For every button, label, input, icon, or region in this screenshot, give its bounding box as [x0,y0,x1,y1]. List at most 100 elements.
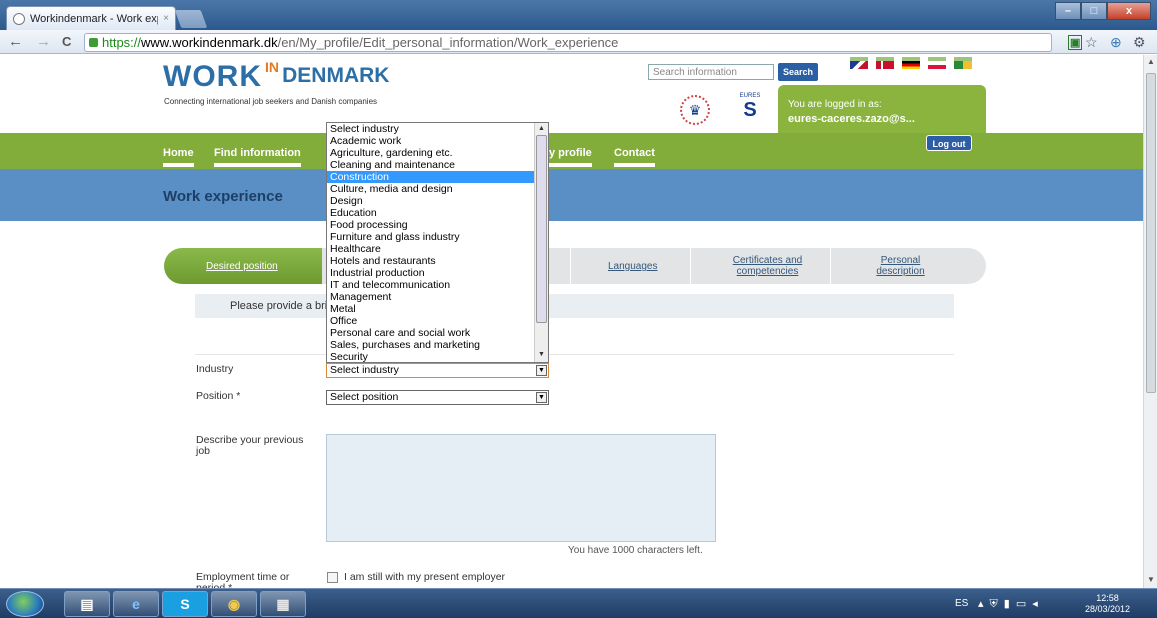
skype-taskbar-icon[interactable]: S [162,591,208,617]
system-tray-icons[interactable]: ▴⛨▮▭◂ [978,597,1044,611]
dropdown-scrollbar[interactable]: ▲ ▼ [534,123,548,362]
url-scheme: https:// [102,35,142,50]
ie-taskbar-icon[interactable]: e [113,591,159,617]
lock-icon [89,38,98,47]
login-status-box: You are logged in as: eures-caceres.zazo… [778,85,986,133]
page-scroll-thumb[interactable] [1146,73,1156,393]
eures-text: EURES [739,93,761,99]
flag-other-icon[interactable] [954,57,972,69]
position-select[interactable]: Select position ▼ [326,390,549,405]
new-tab-button[interactable] [174,10,208,28]
back-icon[interactable]: ← [8,33,23,50]
industry-option[interactable]: Sales, purchases and marketing [327,339,548,351]
document-taskbar-icon[interactable]: ▦ [260,591,306,617]
language-flags [850,57,972,73]
browser-tab[interactable]: Workindenmark - Work exp × [6,6,176,30]
describe-job-textarea[interactable] [326,434,716,542]
industry-select[interactable]: Select industry ▼ [326,363,549,378]
flag-dk-icon[interactable] [876,57,894,73]
industry-option[interactable]: Agriculture, gardening etc. [327,147,548,159]
industry-option[interactable]: Security [327,351,548,362]
industry-option[interactable]: Education [327,207,548,219]
minimize-button[interactable]: – [1055,2,1081,20]
language-indicator[interactable]: ES [955,598,968,609]
tab-certificates[interactable]: Certificates and competencies [720,255,815,277]
clock[interactable]: 12:58 28/03/2012 [1085,593,1130,615]
start-button[interactable] [6,591,44,617]
tab-desired-position-label[interactable]: Desired position [206,261,278,272]
scroll-down-icon[interactable]: ▼ [538,351,545,358]
login-user: eures-caceres.zazo@s... [788,113,915,125]
flag-de-icon[interactable] [902,57,920,69]
eures-logo: EURES S [735,93,765,129]
scroll-up-icon[interactable]: ▲ [538,125,545,132]
tab-separator [570,248,571,284]
extension-eye-icon[interactable]: ⊕ [1110,34,1122,51]
industry-option[interactable]: Management [327,291,548,303]
maximize-button[interactable]: □ [1081,2,1107,20]
bookmark-star-icon[interactable]: ☆ [1085,34,1098,51]
dropdown-scroll-thumb[interactable] [536,135,547,323]
web-page: WORK IN DENMARK Connecting international… [0,55,1143,588]
address-bar[interactable]: https://www.workindenmark.dk/en/My_profi… [84,33,1052,52]
browser-titlebar: Workindenmark - Work exp × – □ x [0,0,1157,30]
search-input[interactable]: Search information [648,64,774,80]
info-text: Please provide a brie [230,300,334,312]
tab-separator [830,248,831,284]
page-title: Work experience [163,188,283,205]
industry-option[interactable]: Metal [327,303,548,315]
close-window-button[interactable]: x [1107,2,1151,20]
chevron-down-icon[interactable]: ▼ [536,365,547,376]
industry-option[interactable]: Personal care and social work [327,327,548,339]
chevron-down-icon[interactable]: ▼ [536,392,547,403]
present-employer-checkbox[interactable] [327,572,338,583]
employment-label: Employment time or period * [196,572,290,588]
scroll-down-icon[interactable]: ▼ [1147,575,1155,584]
nav-home[interactable]: Home [163,147,194,167]
flag-uk-icon[interactable] [850,57,868,69]
nav-find-information[interactable]: Find information [214,147,301,167]
flag-pl-icon[interactable] [928,57,946,69]
industry-option[interactable]: Furniture and glass industry [327,231,548,243]
url-domain: www.workindenmark.dk [141,35,278,50]
reload-icon[interactable]: C [62,34,71,49]
site-tagline: Connecting international job seekers and… [164,97,378,106]
industry-option[interactable]: Healthcare [327,243,548,255]
industry-option[interactable]: Industrial production [327,267,548,279]
industry-option[interactable]: Hotels and restaurants [327,255,548,267]
nav-my-profile[interactable]: y profile [549,147,592,167]
tab-close-icon[interactable]: × [163,13,169,24]
industry-option[interactable]: Academic work [327,135,548,147]
industry-option[interactable]: Design [327,195,548,207]
chrome-taskbar-icon[interactable]: ◉ [211,591,257,617]
industry-dropdown-list: Select industry Academic work Agriculture,… [326,122,549,363]
divider [195,354,954,355]
logo-work: WORK [163,60,262,93]
window-controls: – □ x [1055,2,1151,20]
explorer-taskbar-icon[interactable]: ▤ [64,591,110,617]
url-path: /en/My_profile/Edit_personal_information… [277,35,619,50]
tab-title: Workindenmark - Work exp [30,12,159,25]
favicon-icon [13,12,25,25]
industry-option[interactable]: Culture, media and design [327,183,548,195]
industry-option[interactable]: Office [327,315,548,327]
forward-icon[interactable]: → [36,33,51,50]
industry-option[interactable]: IT and telecommunication [327,279,548,291]
industry-options: Select industry Academic work Agriculture,… [327,123,548,362]
industry-option[interactable]: Construction [327,171,548,183]
search-button[interactable]: Search [778,63,818,81]
industry-option[interactable]: Select industry [327,123,548,135]
industry-option[interactable]: Food processing [327,219,548,231]
industry-option[interactable]: Cleaning and maintenance [327,159,548,171]
nav-contact[interactable]: Contact [614,147,655,167]
tab-personal-description[interactable]: Personal description [864,255,937,277]
logout-button[interactable]: Log out [926,135,972,151]
wrench-menu-icon[interactable]: ⚙ [1133,34,1146,51]
tab-languages[interactable]: Languages [608,261,658,272]
page-scrollbar[interactable]: ▲ ▼ [1143,55,1157,588]
extension-icon[interactable]: ▣ [1068,35,1083,50]
site-logo[interactable]: WORK IN DENMARK [163,59,389,94]
position-label: Position * [196,390,241,402]
position-select-value: Select position [330,391,399,403]
scroll-up-icon[interactable]: ▲ [1147,57,1155,66]
